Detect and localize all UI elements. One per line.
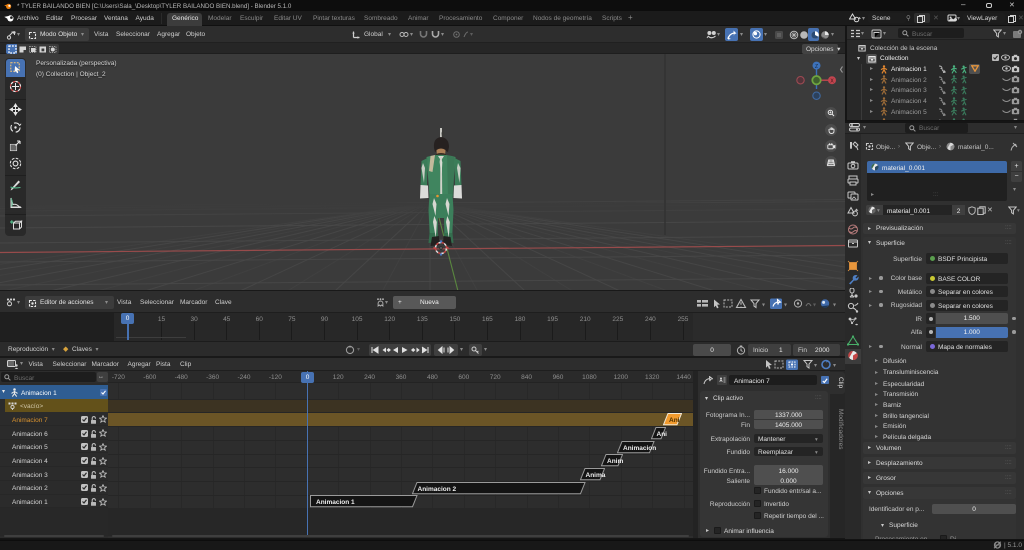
svg-text:▾: ▾ (814, 363, 817, 369)
svg-text:▾: ▾ (813, 302, 816, 308)
svg-text:▾: ▾ (762, 302, 765, 308)
svg-text:Z: Z (815, 64, 818, 70)
svg-text:▾: ▾ (833, 363, 836, 369)
svg-text:▾: ▾ (833, 302, 836, 308)
svg-text:▾: ▾ (784, 302, 787, 308)
